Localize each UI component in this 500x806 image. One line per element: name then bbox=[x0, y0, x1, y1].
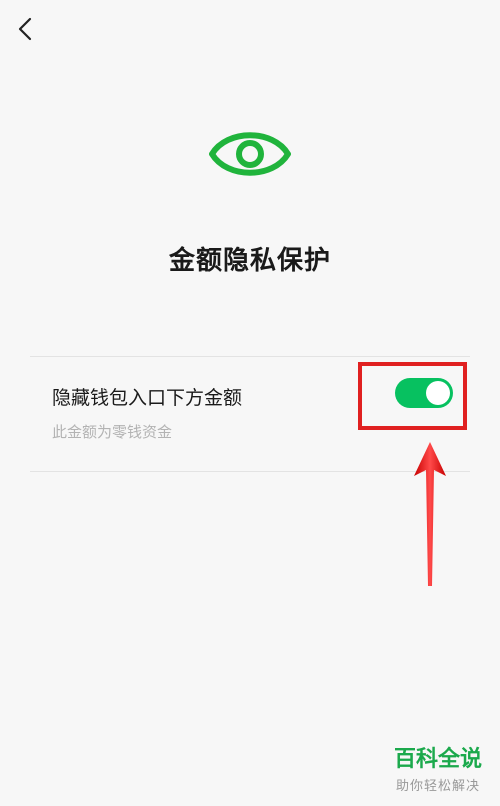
eye-icon bbox=[209, 132, 291, 176]
page-title: 金额隐私保护 bbox=[168, 246, 331, 276]
chevron-left-icon bbox=[18, 17, 32, 41]
setting-title: 隐藏钱包入口下方金额 bbox=[52, 387, 243, 409]
watermark-subtitle: 助你轻松解决 bbox=[395, 779, 480, 794]
watermark-title: 百科全说 bbox=[393, 747, 482, 772]
setting-description: 此金额为零钱资金 bbox=[52, 423, 173, 441]
watermark: 百科全说 助你轻松解决 bbox=[394, 747, 482, 794]
highlight-box bbox=[358, 362, 467, 430]
back-button[interactable] bbox=[12, 14, 38, 44]
red-arrow-annotation bbox=[414, 442, 446, 586]
